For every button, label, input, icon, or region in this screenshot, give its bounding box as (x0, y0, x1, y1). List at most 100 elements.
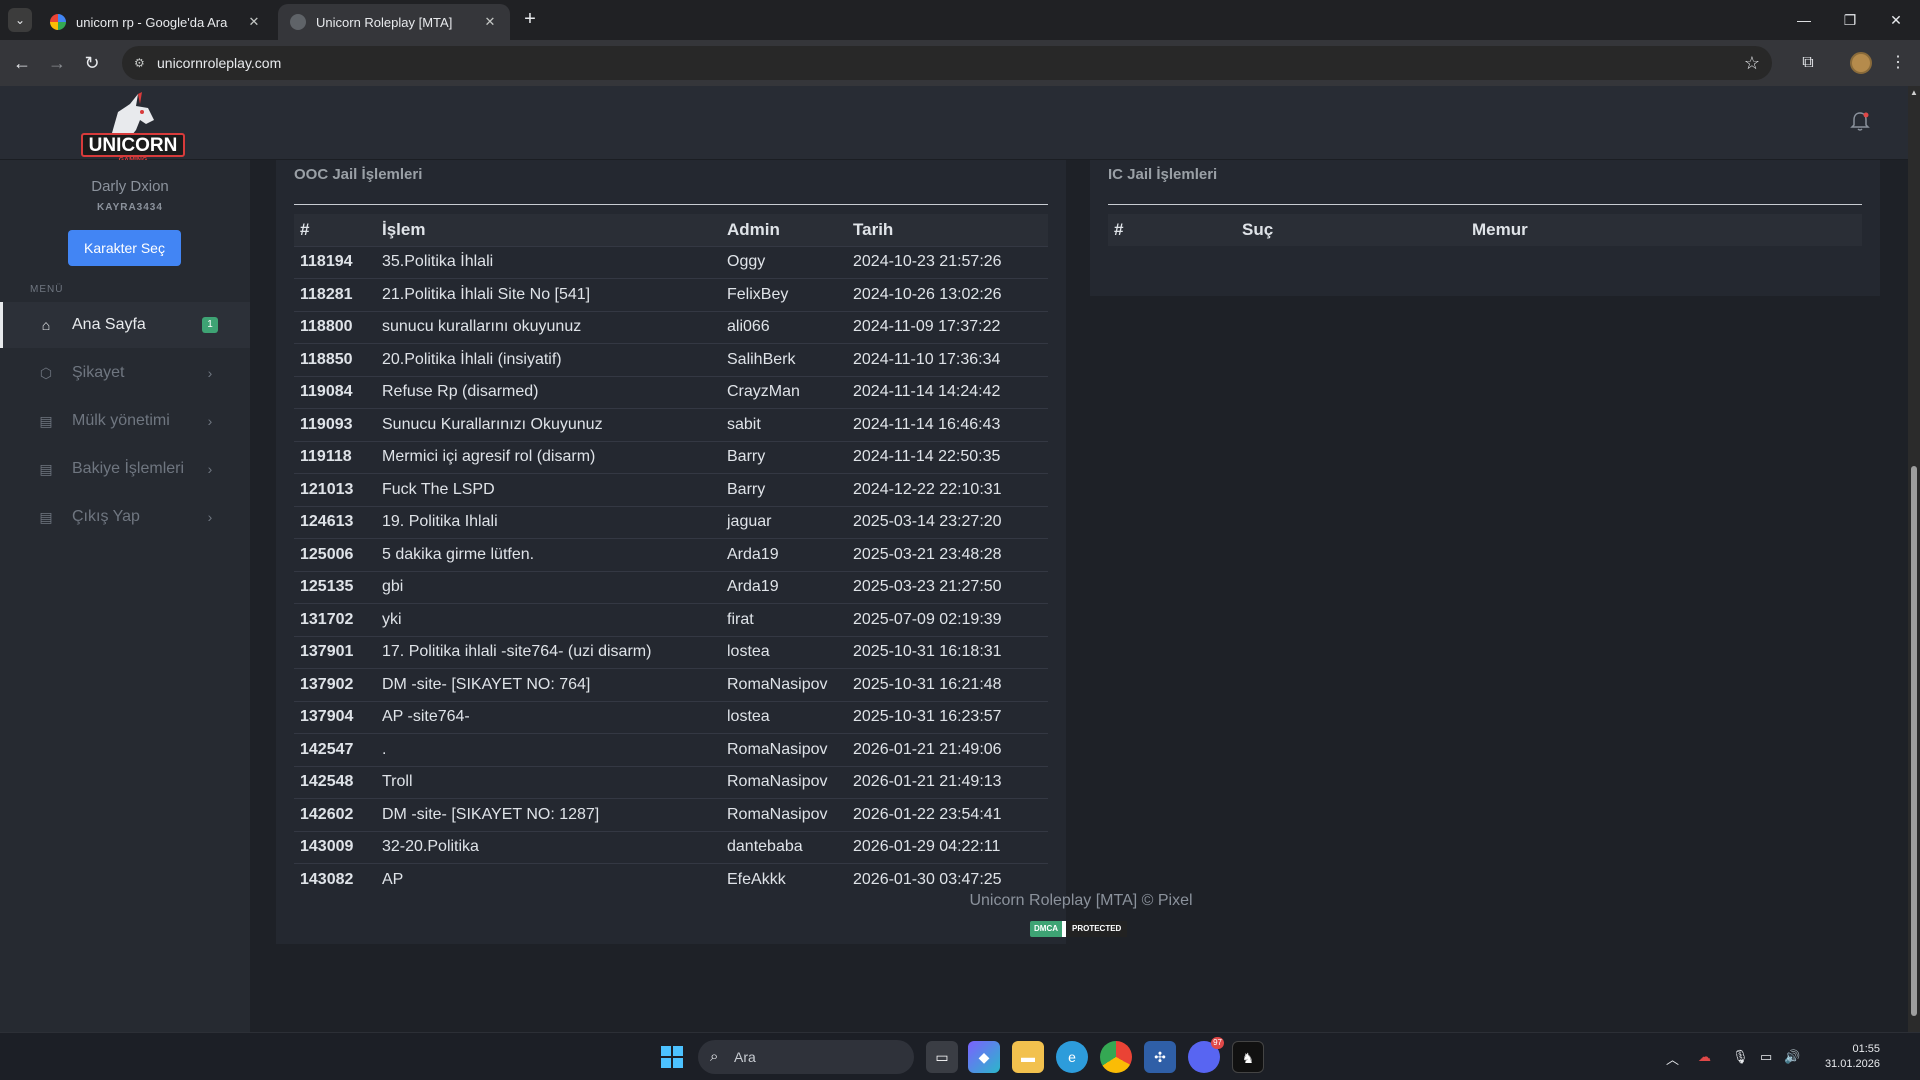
restore-button[interactable]: ❐ (1830, 8, 1870, 32)
windows-start-icon[interactable] (660, 1045, 684, 1069)
back-button[interactable]: ← (10, 51, 34, 75)
cell-admin: Barry (721, 473, 847, 506)
browser-tab-unicorn[interactable]: Unicorn Roleplay [MTA] ✕ (278, 4, 510, 40)
taskbar-search-box[interactable]: ⌕ Ara (698, 1040, 914, 1074)
document-icon: ▤ (39, 412, 53, 429)
sidebar-item-bakiye-islemleri[interactable]: ▤ Bakiye İşlemleri › (0, 446, 250, 492)
app-icon[interactable]: ✣ (1144, 1041, 1176, 1073)
browser-menu-icon[interactable]: ⋮ (1886, 51, 1910, 75)
cell-tarih: 2024-12-22 22:10:31 (847, 473, 1048, 506)
copilot-icon[interactable]: ◆ (968, 1041, 1000, 1073)
ic-jail-title: IC Jail İşlemleri (1108, 166, 1218, 183)
divider (1108, 204, 1862, 205)
network-icon[interactable]: ▭ (1760, 1049, 1772, 1065)
sidebar-item-label: Ana Sayfa (72, 316, 146, 333)
cell-admin: SalihBerk (721, 343, 847, 376)
tab-search-dropdown[interactable]: ⌄ (8, 8, 32, 32)
cell-islem: sunucu kurallarını okuyunuz (376, 310, 721, 344)
mta-icon[interactable]: ♞ (1232, 1041, 1264, 1073)
cell-tarih: 2025-10-31 16:21:48 (847, 668, 1048, 701)
cell-tarih: 2026-01-21 21:49:13 (847, 765, 1048, 799)
notification-bell-icon[interactable] (1848, 110, 1872, 134)
taskbar-clock[interactable]: 01:55 31.01.2026 (1800, 1042, 1880, 1072)
table-row: 121013 Fuck The LSPD Barry 2024-12-22 22:10… (294, 473, 1048, 506)
cell-tarih: 2025-10-31 16:18:31 (847, 635, 1048, 669)
volume-icon[interactable]: 🔊 (1784, 1049, 1800, 1065)
cell-islem: Mermici içi agresif rol (disarm) (376, 440, 721, 474)
cell-islem: 20.Politika İhlali (insiyatif) (376, 343, 721, 376)
table-row: 118281 21.Politika İhlali Site No [541] Fe… (294, 278, 1048, 311)
tab-close-icon[interactable]: ✕ (482, 14, 498, 30)
task-view-icon[interactable]: ▭ (926, 1041, 958, 1073)
document-icon: ▤ (39, 508, 53, 525)
chevron-right-icon: › (207, 413, 213, 429)
cell-admin: lostea (721, 635, 847, 669)
cell-islem: 5 dakika girme lütfen. (376, 538, 721, 571)
cell-id: 118194 (294, 245, 376, 279)
discord-icon[interactable]: 97 (1188, 1037, 1224, 1073)
new-tab-button[interactable]: + (518, 8, 542, 32)
page-scrollbar[interactable]: ▲ (1908, 86, 1920, 1032)
file-explorer-icon[interactable]: ▬ (1012, 1041, 1044, 1073)
bookmark-star-icon[interactable]: ☆ (1744, 53, 1760, 74)
cell-islem: DM -site- [SIKAYET NO: 764] (376, 668, 721, 701)
cell-admin: Arda19 (721, 538, 847, 571)
cell-tarih: 2025-03-14 23:27:20 (847, 505, 1048, 539)
cell-islem: Fuck The LSPD (376, 473, 721, 506)
browser-tab-bar: ⌄ unicorn rp - Google'da Ara ✕ Unicorn R… (0, 0, 1920, 40)
cell-islem: Troll (376, 765, 721, 799)
cell-tarih: 2025-07-09 02:19:39 (847, 603, 1048, 636)
cell-id: 143009 (294, 830, 376, 864)
cell-id: 119093 (294, 408, 376, 441)
chevron-right-icon: › (207, 365, 213, 381)
cell-islem: 32-20.Politika (376, 830, 721, 864)
cell-admin: Oggy (721, 245, 847, 279)
unicorn-logo[interactable]: UNICORN GAMING (80, 90, 186, 164)
cell-tarih: 2024-10-23 21:57:26 (847, 245, 1048, 279)
scroll-up-arrow-icon[interactable]: ▲ (1910, 88, 1918, 97)
reload-button[interactable]: ↻ (80, 51, 104, 75)
tab-close-icon[interactable]: ✕ (246, 14, 262, 30)
browser-tab-google[interactable]: unicorn rp - Google'da Ara ✕ (38, 4, 274, 40)
cell-admin: firat (721, 603, 847, 636)
ic-jail-card: IC Jail İşlemleri # Suç Memur (1090, 160, 1880, 296)
chrome-icon[interactable] (1100, 1041, 1132, 1073)
minimize-button[interactable]: — (1784, 8, 1824, 32)
cell-id: 119118 (294, 440, 376, 474)
address-bar[interactable]: ⚙ unicornroleplay.com ☆ (122, 46, 1772, 80)
cell-islem: 17. Politika ihlali -site764- (uzi disar… (376, 635, 721, 669)
site-info-icon[interactable]: ⚙ (134, 55, 150, 71)
cell-tarih: 2025-10-31 16:23:57 (847, 700, 1048, 734)
sidebar-item-mulk-yonetimi[interactable]: ▤ Mülk yönetimi › (0, 398, 250, 444)
dmca-badge[interactable]: DMCA PROTECTED (1030, 921, 1128, 937)
cell-tarih: 2025-03-23 21:27:50 (847, 570, 1048, 604)
sidebar-item-sikayet[interactable]: ⬡ Şikayet › (0, 350, 250, 396)
column-header-memur: Memur (1466, 214, 1862, 246)
microphone-icon[interactable]: 🎙 (1732, 1049, 1749, 1065)
close-window-button[interactable]: ✕ (1876, 8, 1916, 32)
forward-button[interactable]: → (45, 51, 69, 75)
document-icon: ▤ (39, 460, 53, 477)
tray-chevron-up-icon[interactable]: ︿ (1666, 1049, 1679, 1068)
extensions-icon[interactable]: ⧉ (1796, 51, 1820, 75)
onedrive-icon[interactable]: ☁ (1698, 1049, 1711, 1065)
edge-icon[interactable]: e (1056, 1041, 1088, 1073)
column-header-suc: Suç (1236, 214, 1466, 246)
sidebar-item-ana-sayfa[interactable]: ⌂ Ana Sayfa 1 (0, 302, 250, 348)
profile-avatar[interactable] (1850, 52, 1872, 74)
cell-id: 131702 (294, 603, 376, 636)
cell-admin: ali066 (721, 310, 847, 344)
ooc-jail-card: OOC Jail İşlemleri # İşlem Admin Tarih 1… (276, 160, 1066, 944)
sidebar-item-cikis-yap[interactable]: ▤ Çıkış Yap › (0, 494, 250, 540)
select-character-button[interactable]: Karakter Seç (68, 230, 181, 266)
cell-tarih: 2024-11-09 17:37:22 (847, 310, 1048, 344)
cell-id: 137901 (294, 635, 376, 669)
ic-jail-table: # Suç Memur (1108, 214, 1862, 246)
table-row: 125006 5 dakika girme lütfen. Arda19 2025-0… (294, 538, 1048, 571)
url-text: unicornroleplay.com (157, 55, 282, 71)
search-placeholder: Ara (734, 1049, 756, 1065)
column-header-islem: İşlem (376, 214, 721, 246)
scrollbar-thumb[interactable] (1911, 466, 1917, 1016)
cell-id: 142548 (294, 765, 376, 799)
column-header-id: # (1108, 214, 1236, 246)
